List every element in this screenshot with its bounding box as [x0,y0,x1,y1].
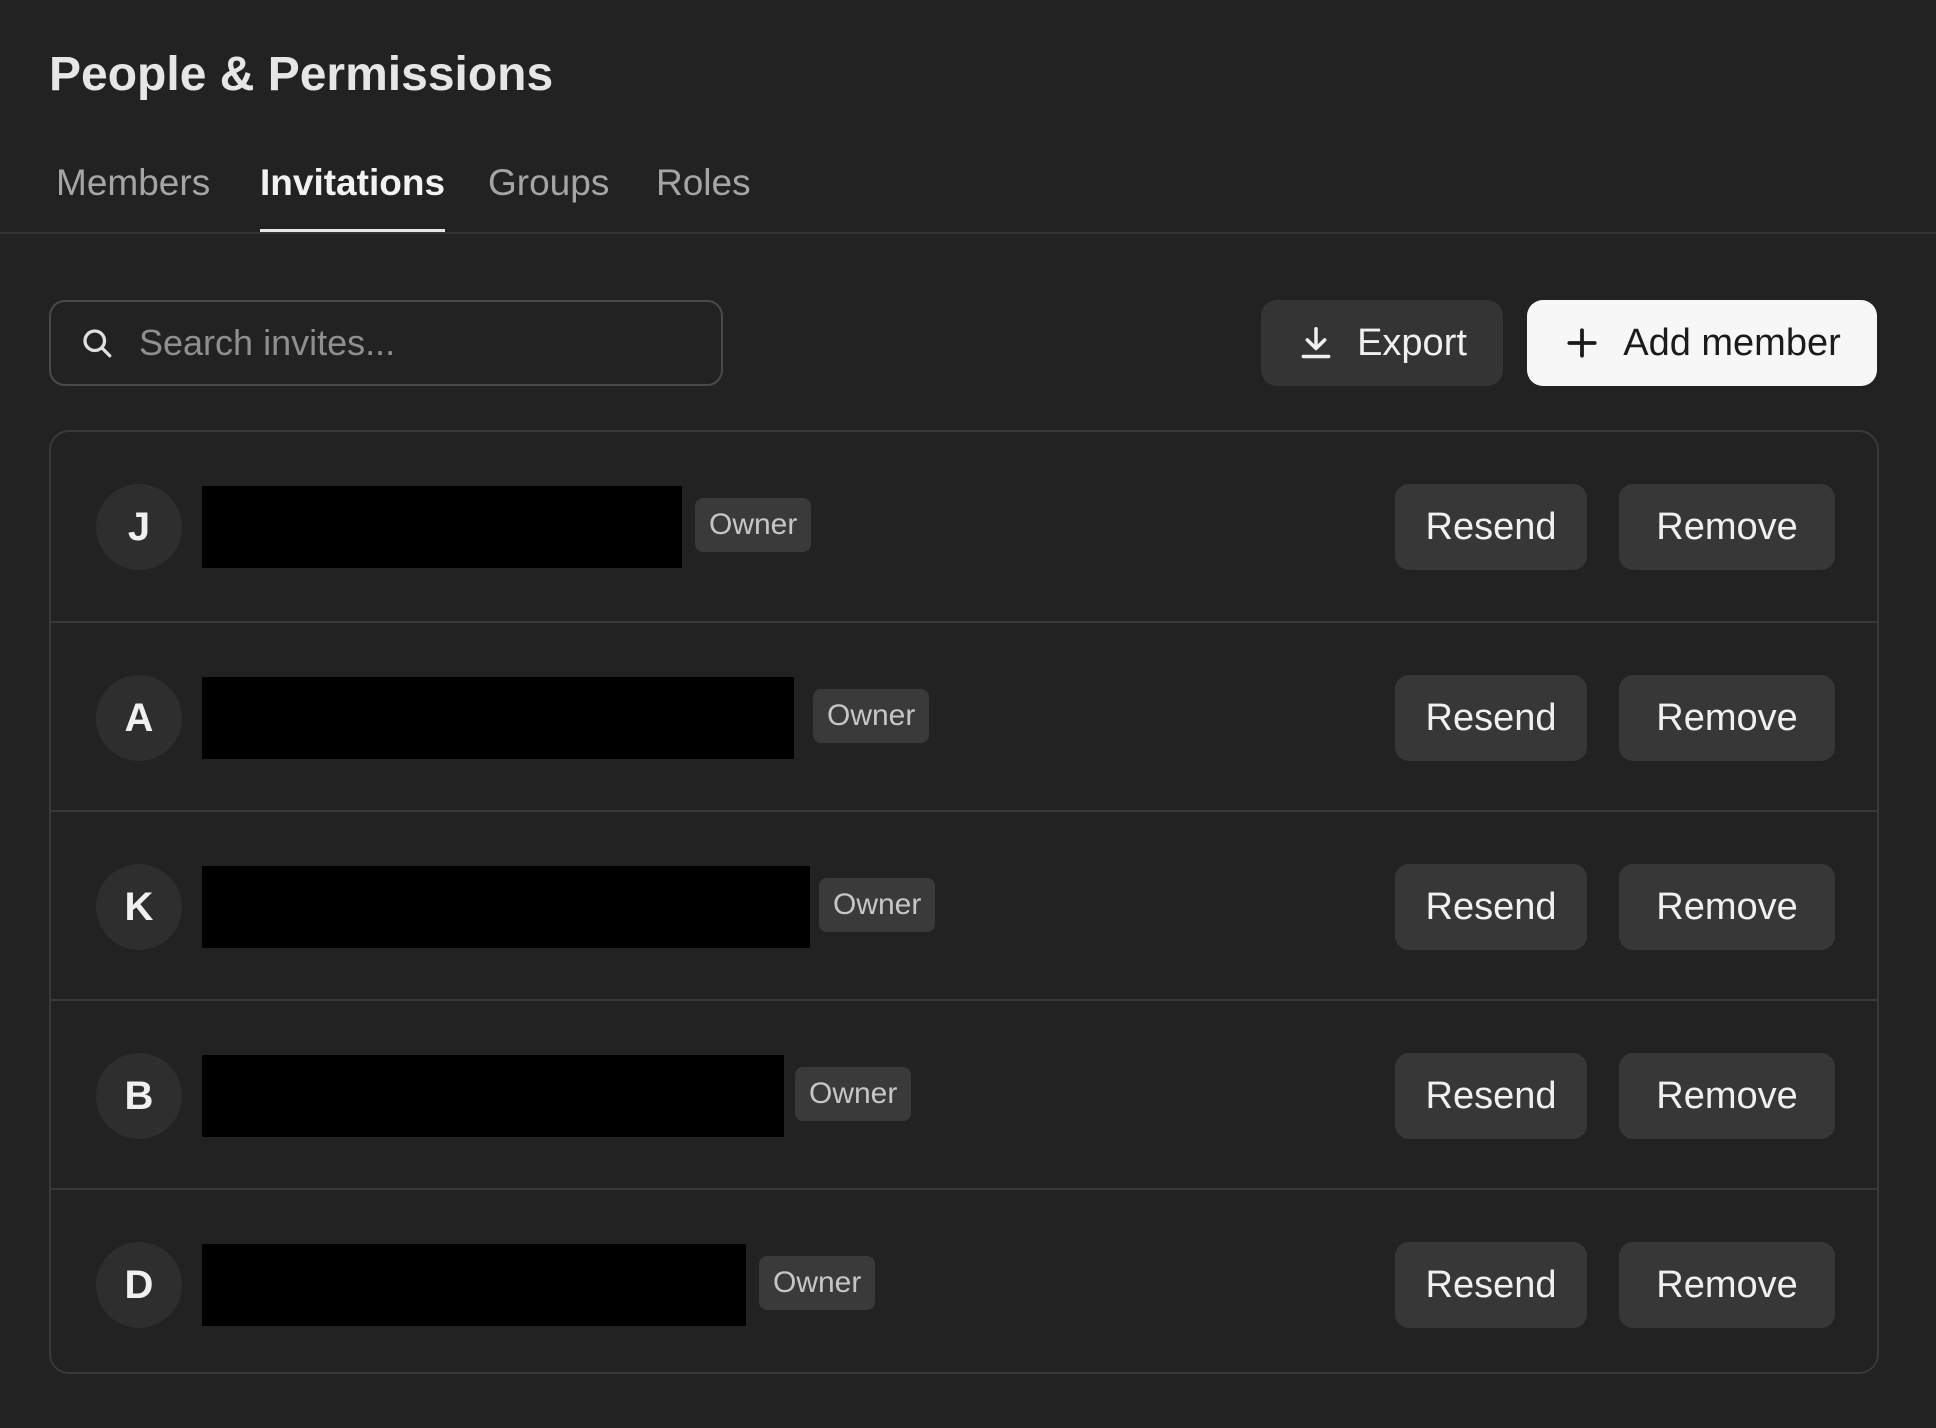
tab-members[interactable]: Members [56,160,210,232]
avatar: K [96,864,182,950]
role-badge: Owner [813,689,930,743]
avatar: A [96,675,182,761]
search-box[interactable] [49,300,723,386]
tab-bar: Members Invitations Groups Roles [0,148,1936,234]
invitations-list: J Owner Resend Remove A Owner Resend Rem… [49,430,1879,1374]
avatar: D [96,1242,182,1328]
redacted-email [202,1055,784,1137]
add-member-label: Add member [1623,321,1841,364]
page-title: People & Permissions [49,48,554,101]
role-badge: Owner [795,1067,912,1121]
invite-row: K Owner Resend Remove [51,810,1877,999]
export-label: Export [1357,321,1467,364]
remove-button[interactable]: Remove [1619,675,1835,761]
resend-button[interactable]: Resend [1395,484,1587,570]
redacted-email [202,677,794,759]
resend-button[interactable]: Resend [1395,864,1587,950]
invite-row: A Owner Resend Remove [51,621,1877,810]
remove-button[interactable]: Remove [1619,1242,1835,1328]
add-member-button[interactable]: Add member [1527,300,1877,386]
role-badge: Owner [759,1256,876,1310]
resend-button[interactable]: Resend [1395,675,1587,761]
redacted-email [202,1244,746,1326]
role-badge: Owner [695,498,812,552]
plus-icon [1567,328,1597,358]
tab-groups[interactable]: Groups [488,160,609,232]
export-button[interactable]: Export [1261,300,1503,386]
tab-roles[interactable]: Roles [656,160,751,232]
avatar: B [96,1053,182,1139]
tab-invitations[interactable]: Invitations [260,160,446,232]
invite-row: B Owner Resend Remove [51,999,1877,1188]
search-icon [83,329,112,358]
remove-button[interactable]: Remove [1619,484,1835,570]
resend-button[interactable]: Resend [1395,1053,1587,1139]
people-permissions-page: People & Permissions Members Invitations… [0,0,1936,1428]
avatar: J [96,484,182,570]
invite-row: J Owner Resend Remove [51,432,1877,621]
remove-button[interactable]: Remove [1619,864,1835,950]
invite-row: D Owner Resend Remove [51,1188,1877,1372]
resend-button[interactable]: Resend [1395,1242,1587,1328]
redacted-email [202,486,682,568]
download-icon [1301,327,1331,359]
remove-button[interactable]: Remove [1619,1053,1835,1139]
role-badge: Owner [819,878,936,932]
search-input[interactable] [137,321,721,365]
redacted-email [202,866,810,948]
